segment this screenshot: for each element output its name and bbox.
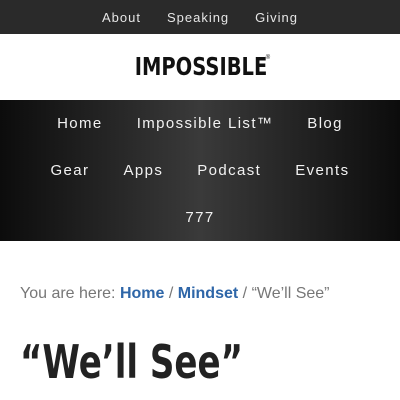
breadcrumb-prefix: You are here:	[20, 285, 116, 302]
nav-gear[interactable]: Gear	[50, 162, 89, 180]
nav-events[interactable]: Events	[295, 162, 349, 180]
breadcrumb-current: “We’ll See”	[251, 285, 330, 302]
main-nav-row: 777	[0, 209, 400, 227]
breadcrumb-separator: /	[242, 285, 248, 302]
nav-home[interactable]: Home	[57, 115, 103, 133]
main-nav-row: Gear Apps Podcast Events	[0, 162, 400, 180]
nav-impossible-list[interactable]: Impossible List™	[137, 115, 274, 133]
nav-podcast[interactable]: Podcast	[197, 162, 261, 180]
site-header: IMPOSSIBLE ®	[0, 34, 400, 100]
top-nav-speaking[interactable]: Speaking	[154, 10, 242, 25]
top-nav-about[interactable]: About	[89, 10, 154, 25]
breadcrumb: You are here: Home / Mindset / “We’ll Se…	[20, 285, 330, 303]
logo-text: IMPOSSIBLE	[134, 52, 268, 81]
nav-apps[interactable]: Apps	[123, 162, 163, 180]
main-nav-row: Home Impossible List™ Blog	[0, 115, 400, 133]
top-nav: About Speaking Giving	[0, 0, 400, 34]
page-title: “We’ll See”	[20, 335, 243, 389]
main-nav: Home Impossible List™ Blog Gear Apps Pod…	[0, 100, 400, 241]
nav-blog[interactable]: Blog	[307, 115, 343, 133]
breadcrumb-category-link[interactable]: Mindset	[178, 285, 238, 302]
top-nav-giving[interactable]: Giving	[242, 10, 311, 25]
breadcrumb-separator: /	[168, 285, 174, 302]
site-logo[interactable]: IMPOSSIBLE ®	[130, 53, 270, 81]
nav-777[interactable]: 777	[185, 209, 214, 227]
breadcrumb-home-link[interactable]: Home	[120, 285, 164, 302]
